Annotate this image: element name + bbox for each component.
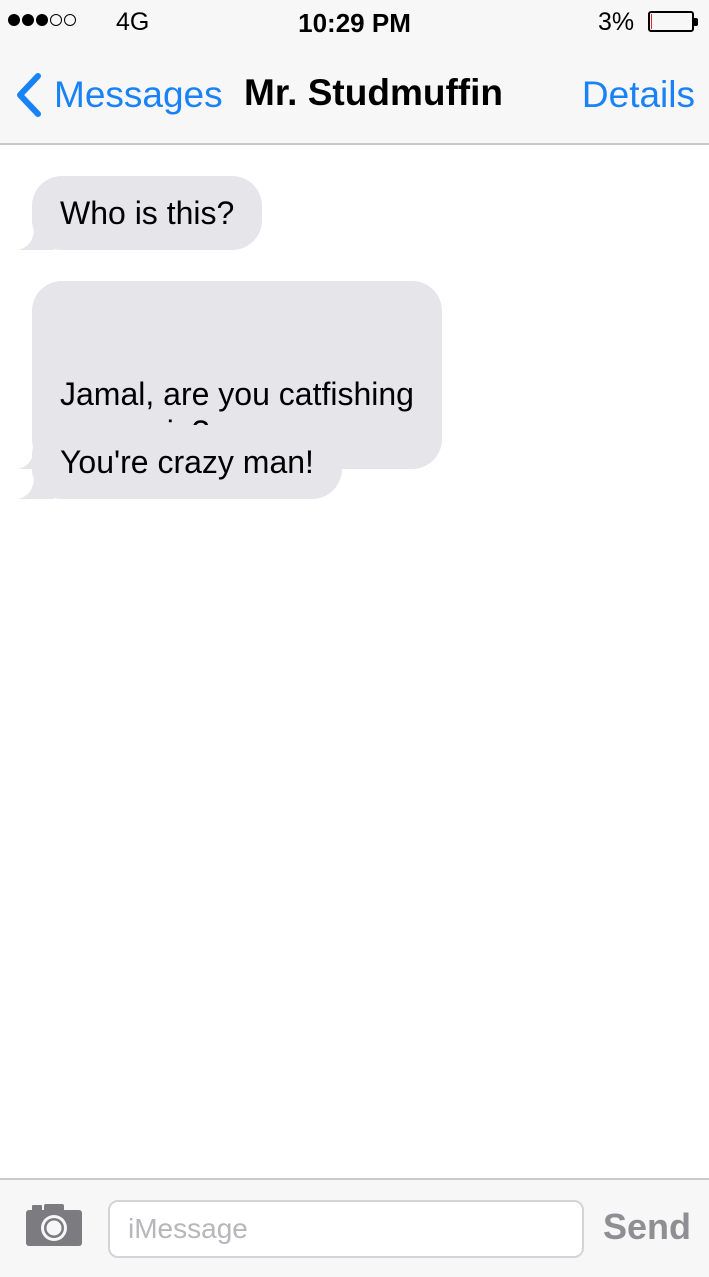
message-text: You're crazy man! [60, 444, 314, 480]
status-bar: 4G 10:29 PM 3% [0, 0, 709, 44]
camera-icon [26, 1204, 82, 1246]
imessage-input[interactable] [108, 1200, 584, 1258]
message-row: You're crazy man! [18, 425, 342, 499]
messages-screen: 4G 10:29 PM 3% Messages Mr. Studmuffin D… [0, 0, 709, 1277]
message-composer: Send [0, 1178, 709, 1277]
details-button[interactable]: Details [582, 74, 695, 116]
bubble-tail [18, 477, 54, 499]
send-button[interactable]: Send [603, 1206, 691, 1248]
battery-icon [648, 11, 698, 32]
back-button[interactable]: Messages [12, 70, 223, 120]
conversation-title: Mr. Studmuffin [244, 72, 503, 113]
incoming-message-bubble[interactable]: Who is this? [18, 176, 263, 250]
camera-button[interactable] [24, 1202, 84, 1248]
message-row: Who is this? [18, 176, 263, 250]
back-label: Messages [54, 74, 223, 115]
incoming-message-bubble[interactable]: You're crazy man! [18, 425, 342, 499]
bubble-tail [18, 228, 54, 250]
chevron-left-icon [17, 73, 41, 117]
battery-level [651, 14, 653, 29]
battery-percent: 3% [598, 8, 635, 36]
message-text: Who is this? [60, 195, 235, 231]
navigation-bar: Messages Mr. Studmuffin Details [0, 44, 709, 145]
